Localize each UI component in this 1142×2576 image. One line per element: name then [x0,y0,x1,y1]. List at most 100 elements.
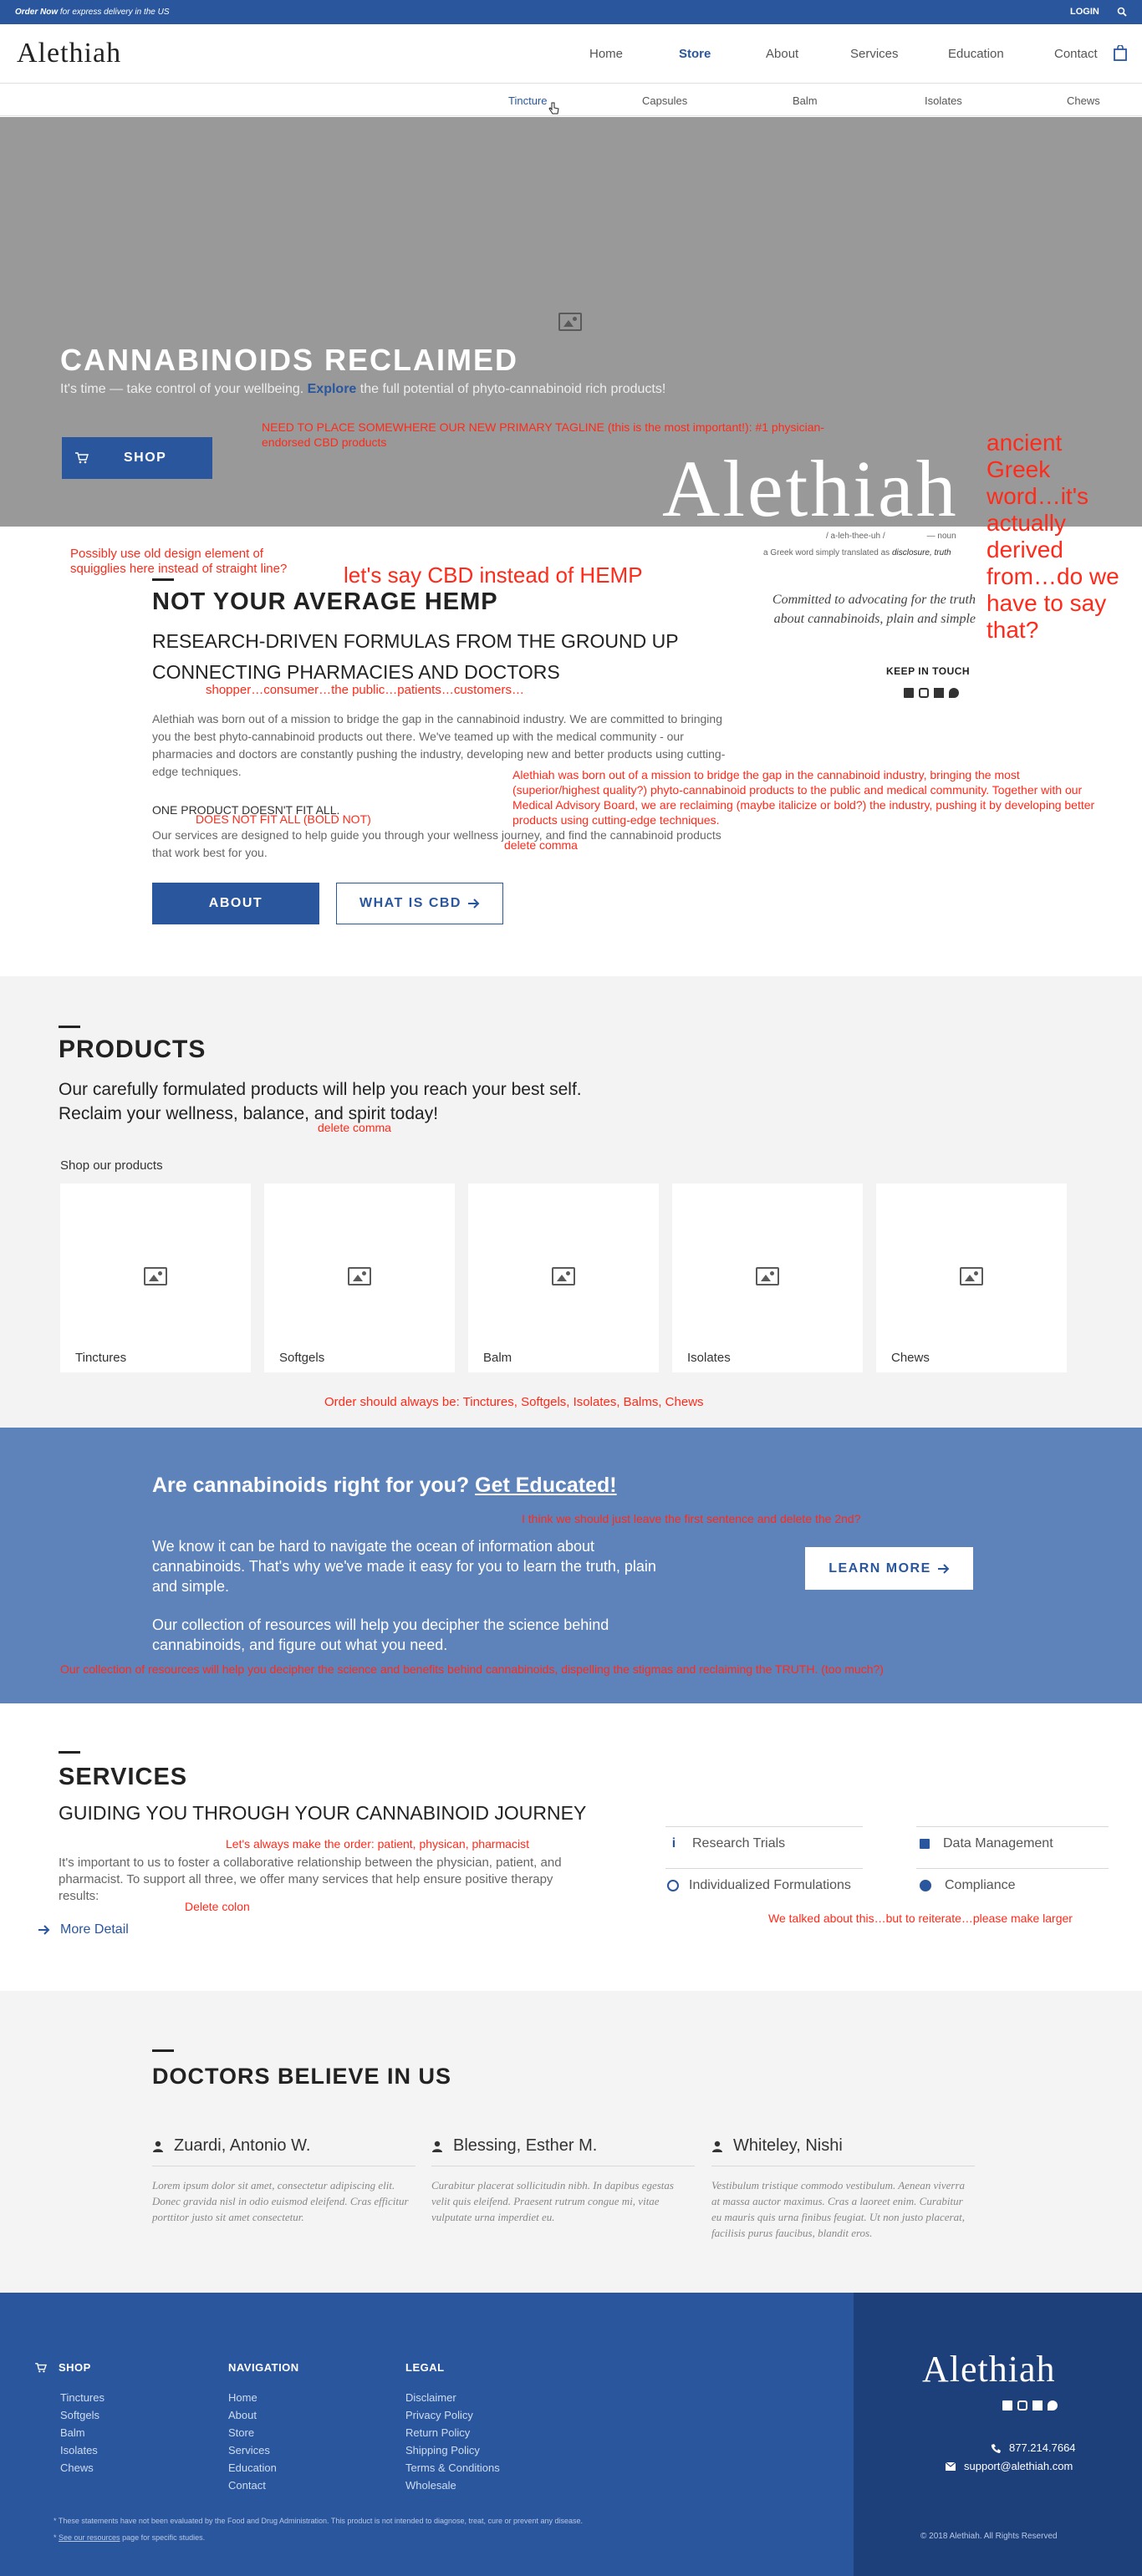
user-circle-icon [667,1879,679,1891]
hero-tagline-pre: It's time — take control of your wellbei… [60,382,308,396]
facebook-icon[interactable] [904,688,914,698]
phone-icon [991,2443,1001,2453]
circle-icon [920,1879,931,1891]
service-data-management[interactable]: Data Management [916,1826,1109,1860]
greek-note: ancient Greek word…it's actually derived… [987,430,1119,643]
service-individualized-formulations[interactable]: Individualized Formulations [665,1868,863,1901]
greek-em: disclosure, truth [891,548,951,557]
logo[interactable]: Alethiah [17,38,121,69]
noun-text: — noun [926,532,956,541]
doctor-quote: Vestibulum tristique commodo vestibulum.… [711,2179,966,2239]
footer-link[interactable]: Tinctures [60,2389,105,2406]
service-compliance[interactable]: Compliance [916,1868,1109,1901]
doctor-quote: Curabitur placerat sollicitudin nibh. In… [431,2179,674,2223]
subnav-chews[interactable]: Chews [1067,94,1100,107]
order-note: Order should always be: Tinctures, Softg… [324,1395,704,1409]
edu-note-2: Our collection of resources will help yo… [60,1662,884,1676]
express-delivery-text: Order Now for express delivery in the US [15,8,170,17]
doctors-title: DOCTORS BELIEVE IN US [152,2064,452,2089]
footer-link[interactable]: Services [228,2441,299,2459]
image-placeholder-icon [348,1267,371,1285]
delete-comma-note-1: delete comma [504,838,578,852]
phone[interactable]: 877.214.7664 [991,2441,1076,2454]
image-placeholder-icon [552,1267,575,1285]
resources-disclaimer: * See our resources page for specific st… [54,2533,205,2542]
shop-button[interactable]: SHOP [62,437,212,479]
order-now-rest: for express delivery in the US [58,8,170,17]
product-label: Chews [891,1351,930,1365]
footer-link[interactable]: Shipping Policy [405,2441,500,2459]
footer-link[interactable]: Softgels [60,2406,105,2424]
hero-title: CANNABINOIDS RECLAIMED [60,343,518,377]
service-label: Data Management [943,1835,1053,1851]
service-label: Research Trials [692,1835,786,1851]
linkedin-icon[interactable] [1032,2400,1043,2411]
shopping-bag-icon[interactable] [1114,44,1127,65]
what-is-cbd-button[interactable]: WHAT IS CBD [336,883,503,924]
search-icon[interactable] [1117,7,1127,17]
order-now-link[interactable]: Order Now [15,8,58,17]
facebook-icon[interactable] [1002,2400,1012,2411]
hero-tagline: It's time — take control of your wellbei… [60,382,665,397]
footer-logo[interactable]: Alethiah [922,2348,1056,2390]
shop-our-products: Shop our products [60,1158,163,1173]
learn-more-label: LEARN MORE [828,1560,931,1576]
nav-store[interactable]: Store [679,47,711,61]
nav-services[interactable]: Services [850,47,899,61]
service-label: Compliance [945,1877,1016,1892]
linkedin-icon[interactable] [934,688,944,698]
footer-link[interactable]: Home [228,2389,299,2406]
more-detail-link[interactable]: More Detail [38,1922,129,1937]
footer-shop-column: SHOP Tinctures Softgels Balm Isolates Ch… [35,2361,105,2477]
fda-disclaimer: * These statements have not been evaluat… [54,2517,584,2525]
footer-link[interactable]: Return Policy [405,2424,500,2441]
nav-education[interactable]: Education [948,47,1004,61]
subnav-isolates[interactable]: Isolates [925,94,962,107]
nav-about[interactable]: About [766,47,798,61]
order-note-2: Let's always make the order: patient, ph… [226,1837,529,1851]
footer-link[interactable]: Balm [60,2424,105,2441]
product-card-chews[interactable]: Chews [876,1184,1067,1372]
login-link[interactable]: LOGIN [1070,7,1099,17]
twitter-icon[interactable] [949,688,959,698]
footer-link[interactable]: Wholesale [405,2477,500,2494]
subnav-tincture[interactable]: Tincture [508,94,547,107]
footer-link[interactable]: Isolates [60,2441,105,2459]
about-sub1: RESEARCH-DRIVEN FORMULAS FROM THE GROUND… [152,630,679,652]
nav-home[interactable]: Home [589,47,623,61]
product-card-isolates[interactable]: Isolates [672,1184,863,1372]
explore-link[interactable]: Explore [308,382,357,396]
instagram-icon[interactable] [1017,2400,1027,2411]
footer-link[interactable]: Contact [228,2477,299,2494]
footer-link[interactable]: Disclaimer [405,2389,500,2406]
doctor-name-row: Zuardi, Antonio W. [152,2136,416,2166]
about-button[interactable]: ABOUT [152,883,319,924]
get-educated-link[interactable]: Get Educated! [475,1474,616,1497]
subnav-balm[interactable]: Balm [793,94,818,107]
product-card-softgels[interactable]: Softgels [264,1184,455,1372]
instagram-icon[interactable] [919,688,929,698]
nav-contact[interactable]: Contact [1054,47,1098,61]
image-placeholder-icon [756,1267,779,1285]
more-detail-label: More Detail [60,1922,129,1937]
products-title: PRODUCTS [59,1036,206,1063]
product-card-balm[interactable]: Balm [468,1184,659,1372]
product-card-tinctures[interactable]: Tinctures [60,1184,251,1372]
services-sub: GUIDING YOU THROUGH YOUR CANNABINOID JOU… [59,1802,587,1824]
footer-link[interactable]: Terms & Conditions [405,2459,500,2477]
footer-link[interactable]: Chews [60,2459,105,2477]
product-label: Isolates [687,1351,731,1365]
footer-link[interactable]: Store [228,2424,299,2441]
email[interactable]: support@alethiah.com [946,2460,1073,2472]
learn-more-button[interactable]: LEARN MORE [805,1547,973,1590]
subnav-capsules[interactable]: Capsules [642,94,687,107]
greek-translation: a Greek word simply translated as disclo… [763,548,951,557]
service-research-trials[interactable]: i Research Trials [665,1826,863,1860]
resources-link[interactable]: See our resources [59,2533,120,2542]
service-label: Individualized Formulations [689,1877,851,1892]
footer-link[interactable]: About [228,2406,299,2424]
twitter-icon[interactable] [1048,2400,1058,2411]
footer-link[interactable]: Privacy Policy [405,2406,500,2424]
edu-note-1: I think we should just leave the first s… [522,1512,861,1525]
footer-link[interactable]: Education [228,2459,299,2477]
